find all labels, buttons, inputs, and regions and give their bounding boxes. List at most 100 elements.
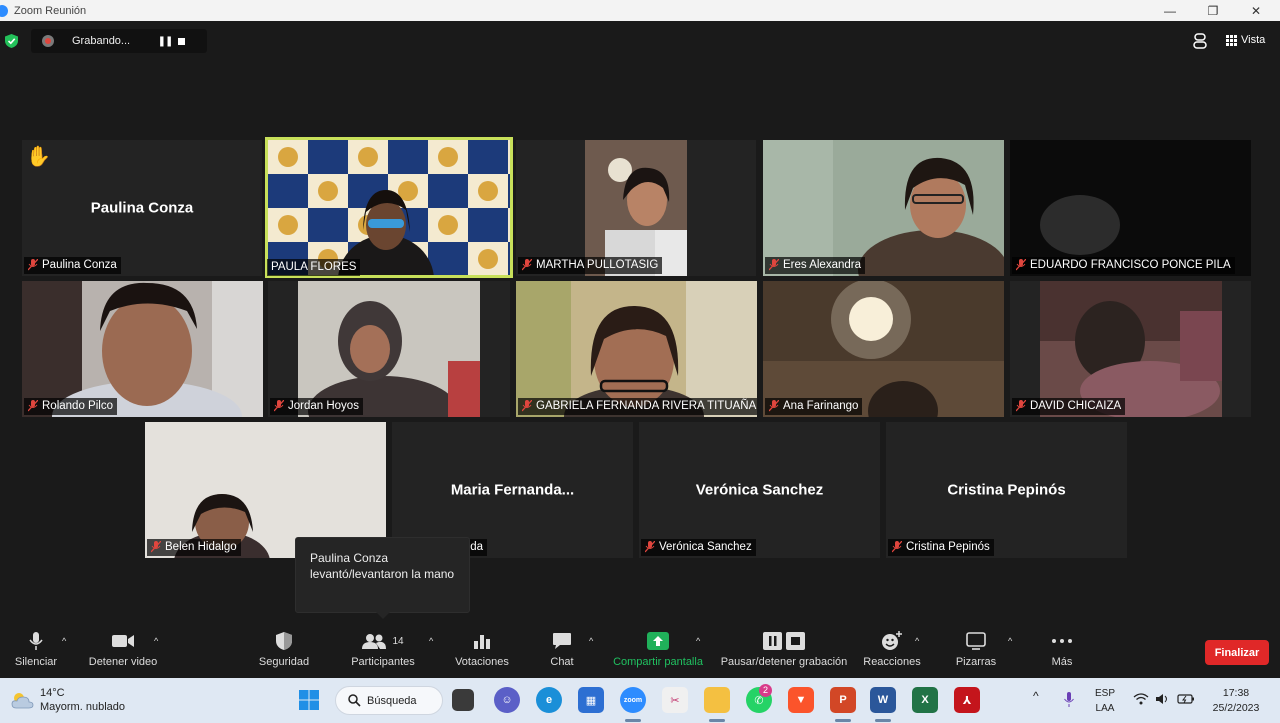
clock-time: 17:38	[1222, 687, 1250, 699]
participant-video	[763, 140, 1004, 276]
security-shield-icon[interactable]	[5, 34, 18, 48]
clock-date: 25/2/2023	[1212, 702, 1260, 714]
title-bar: Zoom Reunión — ❐ ✕	[0, 0, 1280, 21]
participant-name-tag: Jordan Hoyos	[270, 398, 363, 415]
video-tile[interactable]: MARTHA PULLOTASIG	[516, 140, 756, 276]
wifi-icon[interactable]	[1133, 693, 1149, 705]
snipping-tool-icon[interactable]: ✂	[662, 687, 688, 713]
search-label: Búsqueda	[367, 694, 417, 707]
participants-button[interactable]: 14 Participantes	[346, 626, 420, 678]
record-dot-icon	[42, 35, 54, 47]
windows-taskbar: 14°C Mayorm. nublado Búsqueda ☺ e ▦ zoom…	[0, 678, 1280, 723]
view-button[interactable]: Vista	[1226, 34, 1265, 46]
recording-status: Grabando...	[72, 35, 131, 47]
video-tile[interactable]: Eres Alexandra	[763, 140, 1004, 276]
muted-mic-icon	[151, 541, 161, 553]
whiteboards-options-caret[interactable]: ^	[1008, 636, 1012, 646]
taskbar-search[interactable]: Búsqueda	[335, 686, 443, 715]
participant-name-tag: Eres Alexandra	[765, 257, 865, 274]
immersive-view-icon[interactable]	[1191, 31, 1209, 51]
close-button[interactable]: ✕	[1236, 0, 1276, 21]
teams-chat-icon[interactable]: ☺	[494, 687, 520, 713]
video-options-caret[interactable]: ^	[154, 636, 158, 646]
participant-name-tag: EDUARDO FRANCISCO PONCE PILA	[1012, 257, 1235, 274]
reactions-button[interactable]: Reacciones	[862, 626, 922, 678]
more-button[interactable]: Más	[1042, 626, 1082, 678]
task-view-icon[interactable]	[452, 689, 474, 711]
stop-video-button[interactable]: Detener video	[86, 626, 160, 678]
brave-browser-icon[interactable]: ▼	[788, 687, 814, 713]
restore-button[interactable]: ❐	[1193, 0, 1233, 21]
reactions-options-caret[interactable]: ^	[915, 636, 919, 646]
polls-button[interactable]: Votaciones	[452, 626, 512, 678]
muted-mic-icon	[892, 541, 902, 553]
share-options-caret[interactable]: ^	[696, 636, 700, 646]
participant-video	[1040, 281, 1222, 417]
participant-name-tag: MARTHA PULLOTASIG	[518, 257, 663, 274]
participant-name-tag: PAULA FLORES	[267, 259, 361, 276]
participant-video	[268, 140, 510, 275]
video-tile[interactable]: Ana Farinango	[763, 281, 1004, 417]
powerpoint-icon[interactable]: P	[830, 687, 856, 713]
more-dots-icon	[1052, 639, 1072, 643]
zoom-app-icon[interactable]: zoom	[620, 687, 646, 713]
word-icon[interactable]: W	[870, 687, 896, 713]
show-hidden-icons-caret[interactable]: ^	[1033, 689, 1039, 704]
share-screen-icon	[647, 632, 669, 650]
chat-button[interactable]: Chat	[542, 626, 582, 678]
acrobat-reader-icon[interactable]: ⅄	[954, 687, 980, 713]
video-tile-active-speaker[interactable]: PAULA FLORES	[265, 137, 513, 278]
participant-name-tag: DAVID CHICAIZA	[1012, 398, 1126, 415]
edge-browser-icon[interactable]: e	[536, 687, 562, 713]
microphone-in-use-icon[interactable]	[1064, 692, 1074, 708]
battery-charging-icon[interactable]	[1177, 693, 1195, 705]
microphone-icon	[29, 632, 43, 650]
windows-start-icon[interactable]	[299, 690, 319, 710]
raised-hand-icon: ✋	[26, 146, 51, 168]
language-indicator[interactable]: ESP LAA	[1090, 686, 1120, 716]
weather-widget[interactable]: 14°C Mayorm. nublado	[10, 686, 125, 714]
file-explorer-icon[interactable]	[704, 687, 730, 713]
system-clock[interactable]: 17:38 25/2/2023	[1204, 686, 1268, 716]
video-tile[interactable]: Rolando Pilco	[22, 281, 263, 417]
mute-button[interactable]: Silenciar	[10, 626, 62, 678]
meeting-toolbar: Silenciar ^ Detener video ^ Seguridad 14…	[0, 626, 1280, 678]
end-meeting-button[interactable]: Finalizar	[1205, 640, 1269, 665]
video-tile[interactable]: Jordan Hoyos	[268, 281, 510, 417]
chat-options-caret[interactable]: ^	[589, 636, 593, 646]
muted-mic-icon	[769, 259, 779, 271]
participant-name-large: Maria Fernanda...	[450, 481, 575, 499]
security-button[interactable]: Seguridad	[254, 626, 314, 678]
share-screen-button[interactable]: Compartir pantalla	[608, 626, 708, 678]
microsoft-store-icon[interactable]: ▦	[578, 687, 604, 713]
video-tile[interactable]: DAVID CHICAIZA	[1010, 281, 1251, 417]
excel-icon[interactable]: X	[912, 687, 938, 713]
video-tile[interactable]: Cristina Pepinós Cristina Pepinós	[886, 422, 1127, 558]
muted-mic-icon	[1016, 400, 1026, 412]
participant-video	[585, 140, 687, 276]
video-tile[interactable]: GABRIELA FERNANDA RIVERA TITUAÑA	[516, 281, 757, 417]
window-title: Zoom Reunión	[14, 4, 87, 17]
whiteboards-button[interactable]: Pizarras	[948, 626, 1004, 678]
participants-options-caret[interactable]: ^	[429, 636, 433, 646]
video-tile[interactable]: ✋ Paulina Conza Paulina Conza	[22, 140, 262, 276]
participant-name-tag: Paulina Conza	[24, 257, 121, 274]
participant-name-large: Verónica Sanchez	[695, 481, 824, 499]
stop-recording-button[interactable]	[178, 37, 185, 45]
cloudy-weather-icon	[11, 693, 34, 709]
video-tile[interactable]: EDUARDO FRANCISCO PONCE PILA	[1010, 140, 1251, 276]
minimize-button[interactable]: —	[1150, 0, 1190, 21]
pause-stop-recording-button[interactable]: Pausar/detener grabación	[718, 626, 850, 678]
pause-stop-icon	[763, 632, 805, 650]
video-tile[interactable]: Verónica Sanchez Verónica Sanchez	[639, 422, 880, 558]
pause-recording-button[interactable]: ❚❚	[152, 36, 178, 47]
muted-mic-icon	[769, 400, 779, 412]
audio-options-caret[interactable]: ^	[62, 636, 66, 646]
volume-icon[interactable]	[1155, 693, 1171, 705]
participant-name-tag: Ana Farinango	[765, 398, 863, 415]
participant-name-tag: GABRIELA FERNANDA RIVERA TITUAÑA	[518, 398, 757, 415]
muted-mic-icon	[522, 259, 532, 271]
weather-description: Mayorm. nublado	[40, 701, 125, 713]
whiteboard-icon	[966, 632, 986, 650]
meeting-top-bar: Grabando... ❚❚ Vista	[0, 21, 1280, 61]
